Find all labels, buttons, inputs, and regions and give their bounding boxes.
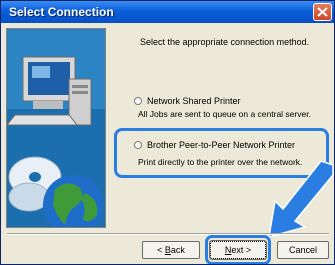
window-title: Select Connection	[9, 5, 114, 19]
select-connection-dialog: Select Connection Select the appropriate…	[0, 0, 335, 265]
radio-network-shared[interactable]	[134, 97, 142, 105]
radio-peer-to-peer[interactable]	[134, 141, 142, 149]
option-peer-to-peer-label: Brother Peer-to-Peer Network Printer	[147, 140, 296, 150]
cancel-button[interactable]: Cancel	[277, 241, 329, 259]
wizard-illustration	[6, 28, 106, 228]
next-button[interactable]: Next >	[209, 240, 267, 260]
pointer-arrow-icon	[268, 161, 334, 239]
button-divider	[7, 233, 329, 235]
instruction-text: Select the appropriate connection method…	[140, 37, 310, 47]
option-network-shared-description: All Jobs are sent to queue on a central …	[138, 109, 311, 119]
option-peer-to-peer[interactable]: Brother Peer-to-Peer Network Printer	[134, 140, 295, 150]
next-button-label: ext >	[231, 245, 252, 255]
close-button[interactable]	[313, 3, 332, 21]
title-bar[interactable]: Select Connection	[1, 1, 334, 23]
back-button-arrow: <	[157, 245, 165, 255]
computer-globe-illustration	[7, 29, 105, 227]
back-button[interactable]: < Back	[142, 241, 200, 259]
option-network-shared[interactable]: Network Shared Printer	[134, 96, 241, 106]
option-network-shared-label: Network Shared Printer	[147, 96, 241, 106]
back-button-label: ack	[170, 245, 185, 255]
close-icon	[317, 7, 328, 17]
